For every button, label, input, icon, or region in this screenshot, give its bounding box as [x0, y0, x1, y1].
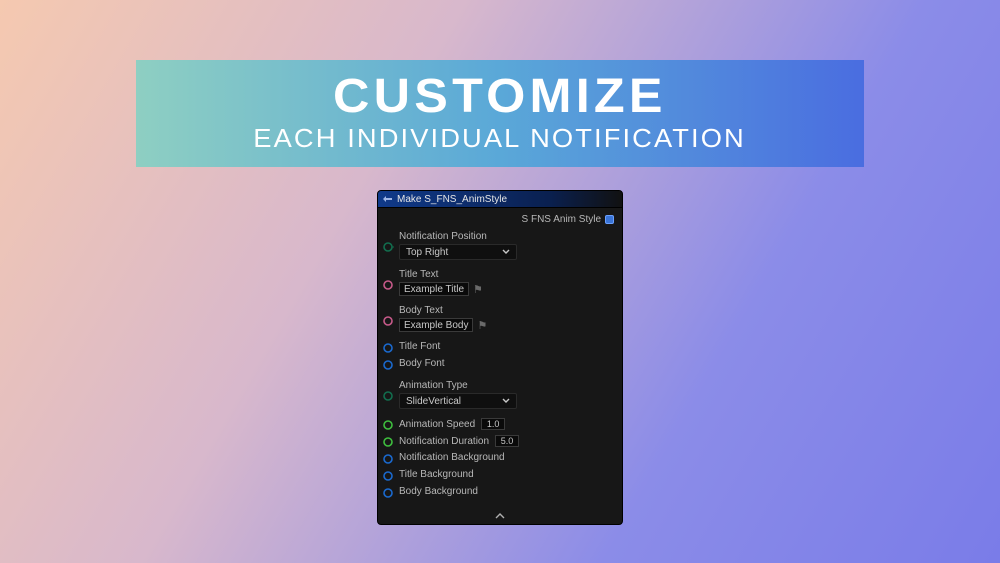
chevron-down-icon — [502, 248, 510, 256]
pin-icon[interactable] — [382, 279, 394, 291]
blueprint-node: Make S_FNS_AnimStyle S FNS Anim Style No… — [377, 190, 623, 525]
row-notification-background: Notification Background — [382, 451, 616, 466]
expand-toggle[interactable] — [378, 510, 622, 522]
struct-icon — [382, 194, 393, 205]
chevron-up-icon — [495, 512, 505, 520]
pin-icon[interactable] — [382, 470, 394, 482]
node-title: Make S_FNS_AnimStyle — [397, 194, 507, 205]
banner-title: CUSTOMIZE — [333, 73, 667, 121]
pin-label: Title Background — [399, 469, 474, 480]
row-body-text: Body Text Example Body ⚑ — [382, 304, 616, 333]
pin-label: Title Font — [399, 341, 440, 352]
chevron-down-icon — [502, 397, 510, 405]
dropdown-value: SlideVertical — [406, 396, 461, 407]
pin-label: Body Font — [399, 358, 445, 369]
pin-icon[interactable] — [382, 419, 394, 431]
pin-label: Title Text — [399, 269, 616, 280]
pin-label: Notification Background — [399, 452, 505, 463]
row-title-text: Title Text Example Title ⚑ — [382, 268, 616, 297]
row-animation-type: Animation Type SlideVertical — [382, 379, 616, 410]
row-notification-position: Notification Position Top Right — [382, 230, 616, 261]
pin-label: Body Background — [399, 486, 478, 497]
pin-label: Animation Type — [399, 380, 616, 391]
notification-duration-input[interactable]: 5.0 — [495, 435, 519, 447]
row-animation-speed: Animation Speed 1.0 — [382, 417, 616, 432]
pin-icon[interactable] — [382, 359, 394, 371]
pin-icon[interactable] — [382, 241, 394, 253]
notification-position-dropdown[interactable]: Top Right — [399, 244, 517, 260]
output-row: S FNS Anim Style — [382, 212, 616, 226]
localize-flag-icon[interactable]: ⚑ — [473, 283, 483, 296]
output-pin[interactable] — [605, 215, 614, 224]
animation-type-dropdown[interactable]: SlideVertical — [399, 393, 517, 409]
localize-flag-icon[interactable]: ⚑ — [477, 319, 487, 332]
pin-icon[interactable] — [382, 342, 394, 354]
pin-label: Animation Speed — [399, 419, 475, 430]
output-label: S FNS Anim Style — [522, 214, 601, 225]
pin-label: Body Text — [399, 305, 616, 316]
node-body: S FNS Anim Style Notification Position T… — [378, 208, 622, 500]
pin-icon[interactable] — [382, 453, 394, 465]
title-banner: CUSTOMIZE EACH INDIVIDUAL NOTIFICATION — [136, 60, 864, 167]
pin-icon[interactable] — [382, 315, 394, 327]
row-body-font: Body Font — [382, 357, 616, 372]
row-notification-duration: Notification Duration 5.0 — [382, 434, 616, 449]
animation-speed-input[interactable]: 1.0 — [481, 418, 505, 430]
banner-subtitle: EACH INDIVIDUAL NOTIFICATION — [254, 123, 747, 154]
row-title-font: Title Font — [382, 340, 616, 355]
row-title-background: Title Background — [382, 468, 616, 483]
body-text-input[interactable]: Example Body — [399, 318, 473, 332]
pin-icon[interactable] — [382, 390, 394, 402]
node-header[interactable]: Make S_FNS_AnimStyle — [378, 191, 622, 208]
pin-label: Notification Position — [399, 231, 616, 242]
pin-icon[interactable] — [382, 436, 394, 448]
row-body-background: Body Background — [382, 485, 616, 500]
pin-icon[interactable] — [382, 487, 394, 499]
dropdown-value: Top Right — [406, 247, 448, 258]
pin-label: Notification Duration — [399, 436, 489, 447]
title-text-input[interactable]: Example Title — [399, 282, 469, 296]
